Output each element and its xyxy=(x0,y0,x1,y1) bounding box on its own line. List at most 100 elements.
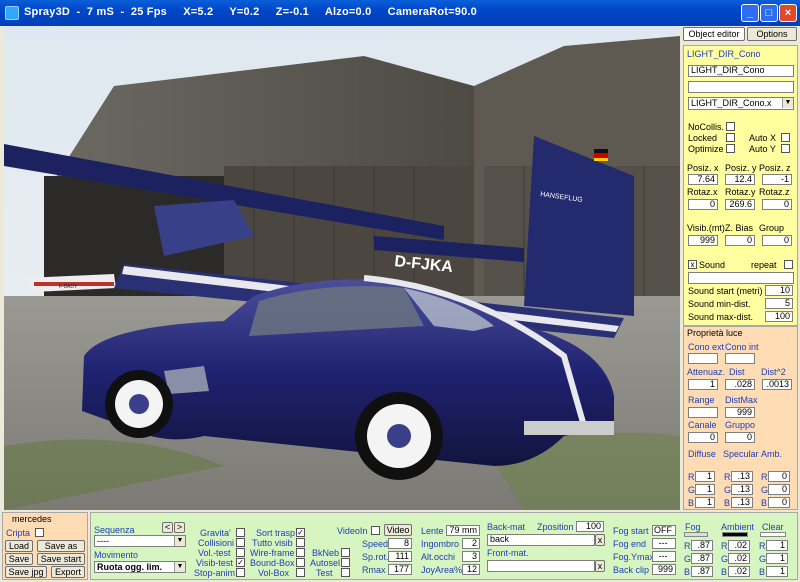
diffuse-b-field[interactable]: 1 xyxy=(695,497,715,508)
stopanim-checkbox[interactable] xyxy=(236,568,245,577)
joyarea-field[interactable]: 12 xyxy=(462,564,480,575)
minimize-button[interactable]: _ xyxy=(741,4,759,22)
back-mat-field[interactable]: back xyxy=(487,534,595,546)
ambient-b-field[interactable]: .02 xyxy=(728,566,750,577)
voltest-checkbox[interactable] xyxy=(236,548,245,557)
posx-field[interactable]: 7.64 xyxy=(688,174,718,185)
wireframe-checkbox[interactable] xyxy=(296,548,305,557)
autosel-checkbox[interactable] xyxy=(341,558,350,567)
3d-viewport[interactable]: F-BADY HANSEFLUG D-FJKA xyxy=(4,26,680,510)
collisioni-checkbox[interactable] xyxy=(236,538,245,547)
close-button[interactable]: × xyxy=(779,4,797,22)
export-button[interactable]: Export xyxy=(51,566,85,578)
sequenza-select[interactable]: ---- ▼ xyxy=(94,535,186,547)
fog-r-field[interactable]: .87 xyxy=(691,540,713,551)
back-mat-clear-button[interactable]: x xyxy=(595,534,605,546)
sound-file-field[interactable] xyxy=(688,272,794,284)
nocollis-checkbox[interactable] xyxy=(726,122,735,131)
ingombro-field[interactable]: 2 xyxy=(462,538,480,549)
rotz-field[interactable]: 0 xyxy=(762,199,792,210)
distmax-field[interactable]: 999 xyxy=(725,407,755,418)
sound-min-field[interactable]: 5 xyxy=(765,298,793,309)
posz-field[interactable]: -1 xyxy=(762,174,792,185)
zbias-field[interactable]: 0 xyxy=(725,235,755,246)
video-button[interactable]: Video xyxy=(384,524,412,536)
ambient-r-field[interactable]: .02 xyxy=(728,540,750,551)
test-checkbox[interactable] xyxy=(341,568,350,577)
specular-b-field[interactable]: .13 xyxy=(731,497,753,508)
optimize-checkbox[interactable] xyxy=(726,144,735,153)
range-field[interactable] xyxy=(688,407,718,418)
locked-checkbox[interactable] xyxy=(726,133,735,142)
fogymax-field[interactable]: --- xyxy=(652,551,676,562)
object-name-field[interactable]: LIGHT_DIR_Cono xyxy=(688,65,794,77)
maximize-button[interactable]: □ xyxy=(760,4,778,22)
rotx-field[interactable]: 0 xyxy=(688,199,718,210)
cripta-checkbox[interactable] xyxy=(35,528,44,537)
speed-field[interactable]: 8 xyxy=(388,538,412,549)
specular-g-field[interactable]: .13 xyxy=(731,484,753,495)
clear-g-field[interactable]: 1 xyxy=(766,553,788,564)
group-field[interactable]: 0 xyxy=(762,235,792,246)
fog-b-field[interactable]: .87 xyxy=(691,566,713,577)
clear-r-field[interactable]: 1 xyxy=(766,540,788,551)
visibtest-checkbox[interactable]: ✓ xyxy=(236,558,245,567)
gruppo-field[interactable]: 0 xyxy=(725,432,755,443)
specular-r-field[interactable]: .13 xyxy=(731,471,753,482)
dist2-field[interactable]: .0013 xyxy=(762,379,792,390)
canale-field[interactable]: 0 xyxy=(688,432,718,443)
sound-start-field[interactable]: 10 xyxy=(765,285,793,296)
gravita-checkbox[interactable] xyxy=(236,528,245,537)
tab-options[interactable]: Options xyxy=(747,27,797,41)
fog-swatch[interactable] xyxy=(684,532,708,537)
repeat-checkbox[interactable] xyxy=(784,260,793,269)
ambient-swatch[interactable] xyxy=(722,532,748,537)
amb-r-field[interactable]: 0 xyxy=(768,471,790,482)
backclip-field[interactable]: 999 xyxy=(652,564,676,575)
sound-checkbox[interactable]: x xyxy=(688,260,697,269)
sprot-field[interactable]: 111 xyxy=(388,551,412,562)
boundbox-checkbox[interactable] xyxy=(296,558,305,567)
autoy-checkbox[interactable] xyxy=(781,144,790,153)
tab-object-editor[interactable]: Object editor xyxy=(683,27,745,41)
ambient-g-field[interactable]: .02 xyxy=(728,553,750,564)
rmax-field[interactable]: 177 xyxy=(388,564,412,575)
front-mat-clear-button[interactable]: x xyxy=(595,560,605,572)
save-jpg-button[interactable]: Save jpg xyxy=(5,566,47,578)
dist-field[interactable]: .028 xyxy=(725,379,755,390)
object-file-select[interactable]: LIGHT_DIR_Cono.x ▼ xyxy=(688,97,794,110)
sorttrasp-checkbox[interactable]: ✓ xyxy=(296,528,305,537)
diffuse-g-field[interactable]: 1 xyxy=(695,484,715,495)
object-name2-field[interactable] xyxy=(688,81,794,93)
seq-prev-button[interactable]: < xyxy=(162,522,173,533)
posy-field[interactable]: 12.4 xyxy=(725,174,755,185)
tuttovisib-checkbox[interactable] xyxy=(296,538,305,547)
sound-max-field[interactable]: 100 xyxy=(765,311,793,322)
fog-g-field[interactable]: .87 xyxy=(691,553,713,564)
diffuse-r-field[interactable]: 1 xyxy=(695,471,715,482)
cono-ext-field[interactable] xyxy=(688,353,718,364)
fogend-field[interactable]: --- xyxy=(652,538,676,549)
lente-field[interactable]: 79 mm xyxy=(446,525,480,536)
cono-int-field[interactable] xyxy=(725,353,755,364)
roty-field[interactable]: 269.6 xyxy=(725,199,755,210)
amb-b-field[interactable]: 0 xyxy=(768,497,790,508)
videoin-checkbox[interactable] xyxy=(371,526,380,535)
save-start-button[interactable]: Save start xyxy=(37,553,85,565)
altocchi-field[interactable]: 3 xyxy=(462,551,480,562)
autox-checkbox[interactable] xyxy=(781,133,790,142)
amb-g-field[interactable]: 0 xyxy=(768,484,790,495)
load-button[interactable]: Load xyxy=(5,540,33,552)
bkneb-checkbox[interactable] xyxy=(341,548,350,557)
volbox-checkbox[interactable] xyxy=(296,568,305,577)
save-as-button[interactable]: Save as xyxy=(37,540,85,552)
visib-field[interactable]: 999 xyxy=(688,235,718,246)
seq-next-button[interactable]: > xyxy=(174,522,185,533)
zposition-field[interactable]: 100 xyxy=(576,521,604,532)
movimento-select[interactable]: Ruota ogg. lim. ▼ xyxy=(94,561,186,573)
attenuation-field[interactable]: 1 xyxy=(688,379,718,390)
clear-b-field[interactable]: 1 xyxy=(766,566,788,577)
save-button[interactable]: Save xyxy=(5,553,33,565)
clear-swatch[interactable] xyxy=(760,532,786,537)
fogstart-field[interactable]: OFF xyxy=(652,525,676,536)
